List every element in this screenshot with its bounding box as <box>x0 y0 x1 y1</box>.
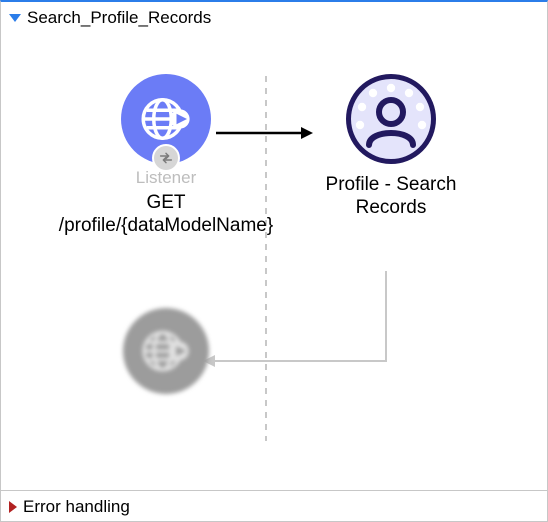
response-circle <box>123 308 209 394</box>
exchange-badge-icon <box>152 144 180 172</box>
flow-editor: Search_Profile_Records <box>0 0 548 522</box>
globe-arrow-icon <box>138 91 194 147</box>
node-profile-search[interactable]: Profile - Search Records <box>296 74 486 220</box>
profile-label: Profile - Search Records <box>296 174 486 220</box>
profile-icon <box>351 79 431 159</box>
flow-canvas[interactable]: Listener GET /profile/{dataModelName} <box>1 32 547 490</box>
node-response[interactable] <box>71 308 261 394</box>
profile-circle <box>346 74 436 164</box>
node-listener[interactable]: Listener GET /profile/{dataModelName} <box>71 74 261 238</box>
listener-circle <box>121 74 211 164</box>
flow-panel-header[interactable]: Search_Profile_Records <box>1 2 547 32</box>
chevron-down-icon <box>9 14 21 22</box>
error-panel: Error handling <box>0 491 548 522</box>
flow-title: Search_Profile_Records <box>27 8 211 28</box>
flow-panel: Search_Profile_Records <box>0 0 548 491</box>
error-panel-title: Error handling <box>23 497 130 517</box>
listener-label: GET /profile/{dataModelName} <box>59 192 273 238</box>
chevron-right-icon <box>9 501 17 513</box>
error-panel-header[interactable]: Error handling <box>1 491 547 521</box>
globe-arrow-icon <box>139 324 193 378</box>
